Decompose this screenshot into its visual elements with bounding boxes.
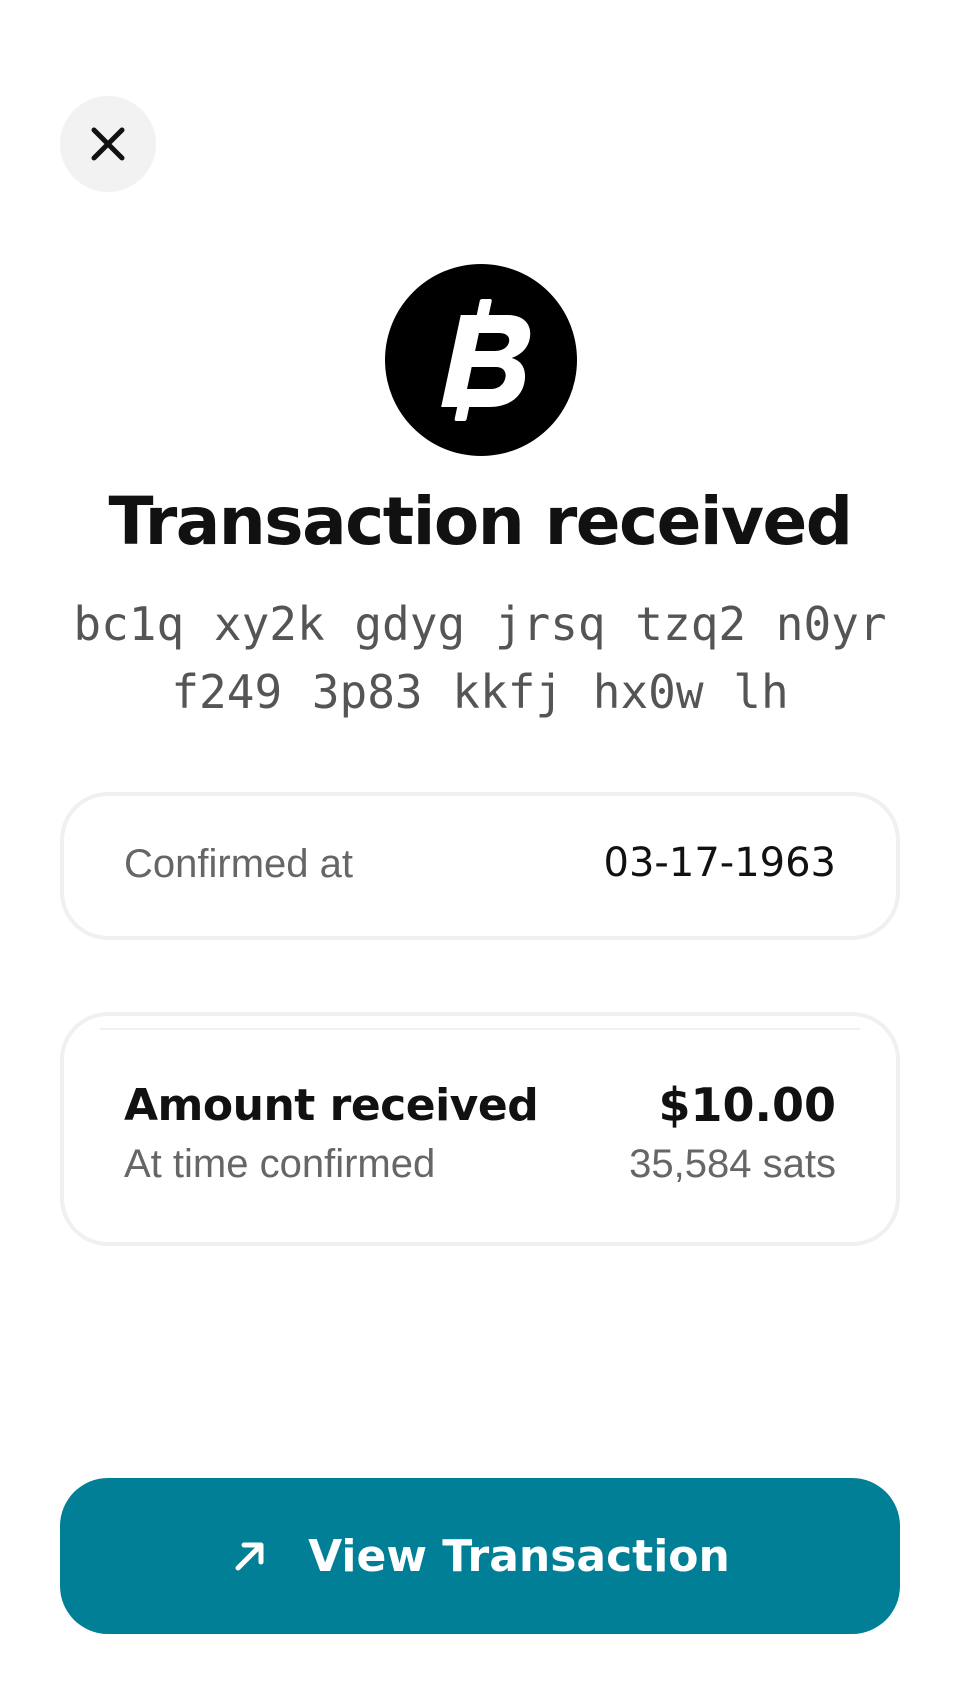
address-line-1: bc1q xy2k gdyg jrsq tzq2 n0yr — [73, 597, 887, 651]
view-transaction-button[interactable]: View Transaction — [60, 1478, 900, 1634]
amount-value: $10.00 — [658, 1078, 836, 1132]
amount-card: Amount received At time confirmed $10.00… — [60, 1012, 900, 1246]
amount-sublabel: At time confirmed — [124, 1142, 436, 1186]
transaction-address: bc1q xy2k gdyg jrsq tzq2 n0yr f249 3p83 … — [50, 590, 910, 726]
amount-sats: 35,584 sats — [629, 1142, 836, 1186]
confirmed-label: Confirmed at — [124, 842, 353, 886]
close-icon — [91, 127, 125, 161]
card-divider — [100, 1028, 860, 1030]
bitcoin-logo — [385, 264, 577, 456]
arrow-up-right-icon — [235, 1542, 264, 1571]
address-line-2: f249 3p83 kkfj hx0w lh — [171, 665, 789, 719]
transaction-received-screen: Transaction received bc1q xy2k gdyg jrsq… — [0, 0, 960, 1704]
confirmed-card: Confirmed at 03-17-1963 — [60, 792, 900, 940]
confirmed-date: 03-17-1963 — [603, 840, 836, 886]
close-button[interactable] — [60, 96, 156, 192]
view-transaction-label: View Transaction — [308, 1530, 730, 1582]
bitcoin-icon — [441, 299, 531, 421]
page-title: Transaction received — [108, 483, 853, 560]
amount-label: Amount received — [124, 1080, 539, 1131]
